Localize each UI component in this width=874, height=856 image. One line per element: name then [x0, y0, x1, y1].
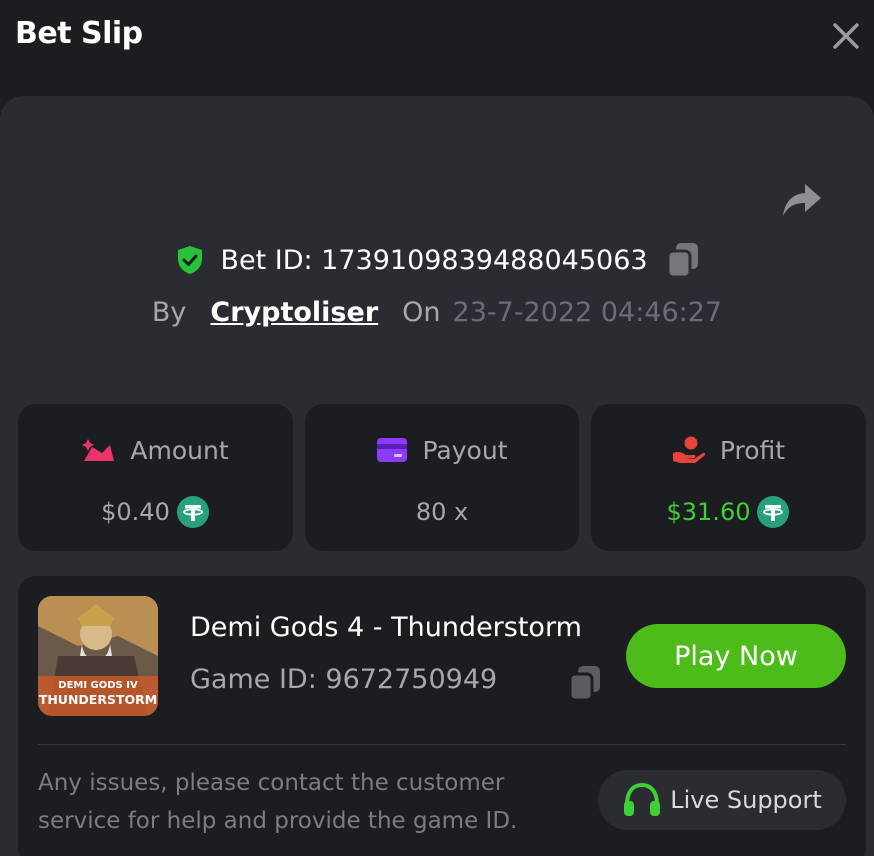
payout-card: Payout 80 x	[305, 404, 579, 551]
profit-value-row: $31.60	[591, 492, 866, 532]
close-button[interactable]	[826, 16, 866, 56]
bet-id: Bet ID: 17391098394880450​63	[220, 244, 648, 276]
share-button[interactable]	[778, 178, 826, 222]
on-label: On	[402, 296, 441, 328]
header: Bet Slip	[0, 0, 874, 96]
thumb-line2: THUNDERSTORM	[39, 692, 157, 707]
game-art: DEMI GODS IV THUNDERSTORM	[38, 596, 158, 716]
divider	[38, 744, 846, 745]
hand-coin-icon	[672, 436, 705, 463]
username-link[interactable]: Cryptoliser	[210, 297, 378, 328]
live-support-label: Live Support	[670, 786, 822, 814]
thumb-line1: DEMI GODS IV	[58, 680, 138, 691]
amount-value: $0.40	[101, 498, 170, 526]
copy-game-id-icon[interactable]	[568, 664, 602, 702]
usdt-coin-icon	[176, 496, 209, 528]
card-icon	[377, 438, 408, 462]
profit-label: Profit	[719, 435, 786, 465]
support-help-text: Any issues, please contact the customer …	[38, 770, 518, 834]
game-title: Demi Gods 4 - Thunderstorm	[190, 612, 582, 643]
bet-datetime: 23-7-2022 04:46:27	[452, 296, 723, 328]
profit-header: Profit	[591, 434, 866, 466]
copy-bet-id-icon[interactable]	[666, 241, 700, 279]
shield-check-icon	[178, 246, 203, 274]
payout-header: Payout	[305, 434, 579, 466]
by-label: By	[151, 296, 187, 328]
amount-header: Amount	[18, 434, 293, 466]
amount-label: Amount	[130, 435, 229, 465]
amount-card: Amount $0.40	[18, 404, 293, 551]
profit-value: $31.60	[666, 498, 751, 526]
usdt-coin-icon	[757, 496, 790, 528]
amount-icon	[82, 439, 115, 461]
close-icon	[833, 23, 859, 49]
payout-value-row: 80 x	[305, 492, 579, 532]
live-support-button[interactable]: Live Support	[598, 770, 846, 830]
bet-id-row: Bet ID: 17391098394880450​63	[0, 238, 874, 282]
page-title: Bet Slip	[15, 16, 143, 51]
bet-meta-row: By Cryptoliser On 23-7-2022 04:46:27	[0, 292, 874, 332]
headset-icon	[624, 782, 661, 816]
payout-label: Payout	[422, 435, 508, 465]
play-now-button[interactable]: Play Now	[626, 624, 846, 688]
game-id: Game ID: 9672750949	[190, 664, 498, 695]
profit-card: Profit $31.60	[591, 404, 866, 551]
game-thumbnail[interactable]: DEMI GODS IV THUNDERSTORM	[38, 596, 158, 716]
share-icon	[783, 184, 821, 216]
amount-value-row: $0.40	[18, 492, 293, 532]
payout-value: 80 x	[415, 498, 469, 526]
game-card: DEMI GODS IV THUNDERSTORM Demi Gods 4 - …	[18, 576, 866, 856]
